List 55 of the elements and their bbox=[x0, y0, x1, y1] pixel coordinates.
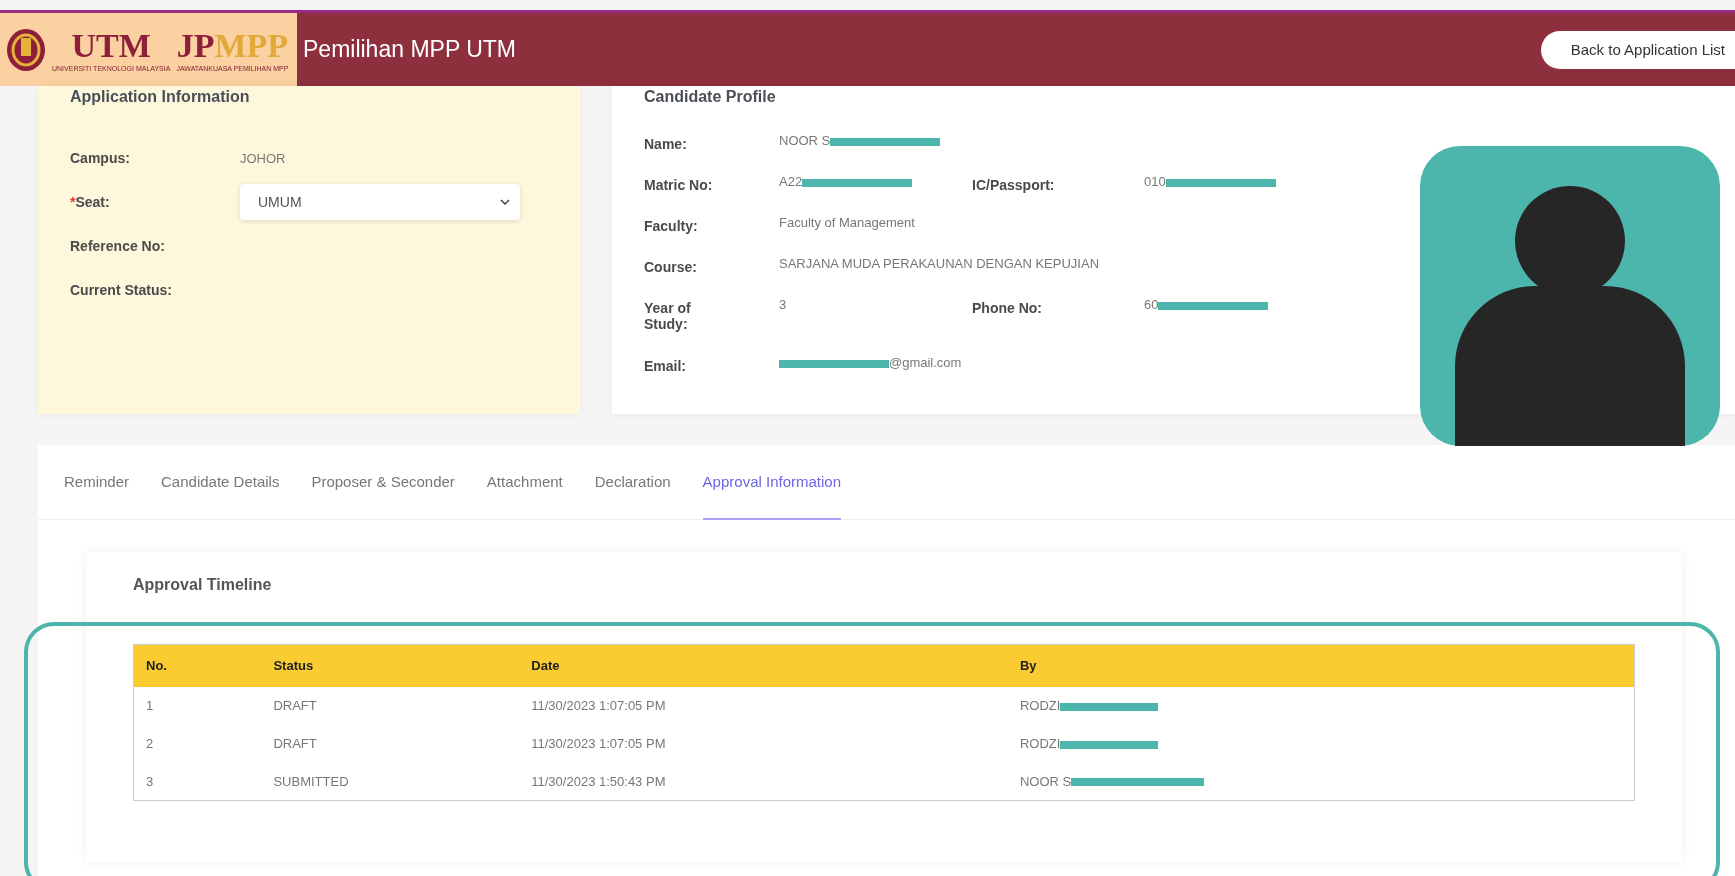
table-cell: DRAFT bbox=[261, 686, 520, 725]
field-label: Email: bbox=[644, 357, 687, 374]
table-cell: 11/30/2023 1:07:05 PM bbox=[519, 686, 1008, 725]
field-label: *Seat: bbox=[70, 194, 111, 210]
table-cell: 1 bbox=[133, 686, 262, 725]
field-value: JOHOR bbox=[240, 150, 287, 166]
table-cell: 3 bbox=[133, 762, 262, 801]
field-value: 3 bbox=[779, 296, 787, 314]
column-header: No. bbox=[133, 644, 262, 687]
table-cell: SUBMITTED bbox=[261, 762, 520, 801]
field-label: Phone No: bbox=[972, 299, 1043, 316]
table-cell-text: 11/30/2023 1:07:05 PM bbox=[530, 735, 667, 753]
tab[interactable]: Candidate Details bbox=[161, 445, 280, 520]
field-value: SARJANA MUDA PERAKAUNAN DENGAN KEPUJIAN bbox=[779, 255, 1100, 273]
tab[interactable]: Reminder bbox=[64, 445, 130, 520]
tab[interactable]: Approval Information bbox=[702, 445, 841, 520]
tab[interactable]: Attachment bbox=[486, 445, 563, 520]
logo-text: MPP bbox=[214, 27, 289, 65]
column-header: Date bbox=[519, 644, 1008, 687]
seat-select[interactable]: UMUM bbox=[240, 184, 520, 220]
field-value: @gmail.com bbox=[779, 354, 962, 372]
logo-text: JP bbox=[176, 27, 215, 65]
table-cell: 11/30/2023 1:50:43 PM bbox=[519, 762, 1008, 801]
field-label: Campus: bbox=[70, 150, 131, 166]
table-cell-text: DRAFT bbox=[272, 735, 318, 753]
field-label: Year of Study: bbox=[644, 299, 692, 332]
emblem-icon bbox=[6, 27, 46, 72]
card-title: Candidate Profile bbox=[644, 88, 777, 106]
card-title: Application Information bbox=[70, 88, 251, 106]
field-value: A22 bbox=[779, 173, 913, 191]
chevron-icon bbox=[500, 199, 510, 205]
tab[interactable]: Proposer & Seconder bbox=[311, 445, 455, 520]
field-label: Reference No: bbox=[70, 238, 166, 254]
field-label: IC/Passport: bbox=[972, 176, 1056, 193]
field-value: Faculty of Management bbox=[779, 214, 915, 232]
column-header: Status bbox=[261, 644, 520, 687]
tab[interactable]: Declaration bbox=[594, 445, 671, 520]
logo-text: UTM bbox=[71, 27, 151, 65]
field-value: 60 bbox=[1144, 296, 1269, 314]
field-label: Matric No: bbox=[644, 176, 714, 193]
column-header: By bbox=[1007, 644, 1635, 687]
field-label: Course: bbox=[644, 258, 698, 275]
field-value: NOOR S bbox=[779, 132, 941, 150]
card-title: Approval Timeline bbox=[133, 576, 273, 594]
table-cell: RODZI bbox=[1007, 686, 1635, 725]
field-label: Faculty: bbox=[644, 217, 699, 234]
field-label: Name: bbox=[644, 135, 688, 152]
back-button[interactable]: Back to Application List bbox=[1540, 30, 1735, 69]
app-title: Pemilihan MPP UTM bbox=[303, 36, 517, 63]
table-cell: RODZI bbox=[1007, 724, 1635, 763]
table-cell: NOOR S bbox=[1007, 762, 1635, 801]
field-label: Current Status: bbox=[70, 282, 173, 298]
avatar-icon bbox=[1420, 146, 1720, 446]
field-value: 010 bbox=[1144, 173, 1276, 191]
table-cell: 2 bbox=[133, 724, 262, 763]
